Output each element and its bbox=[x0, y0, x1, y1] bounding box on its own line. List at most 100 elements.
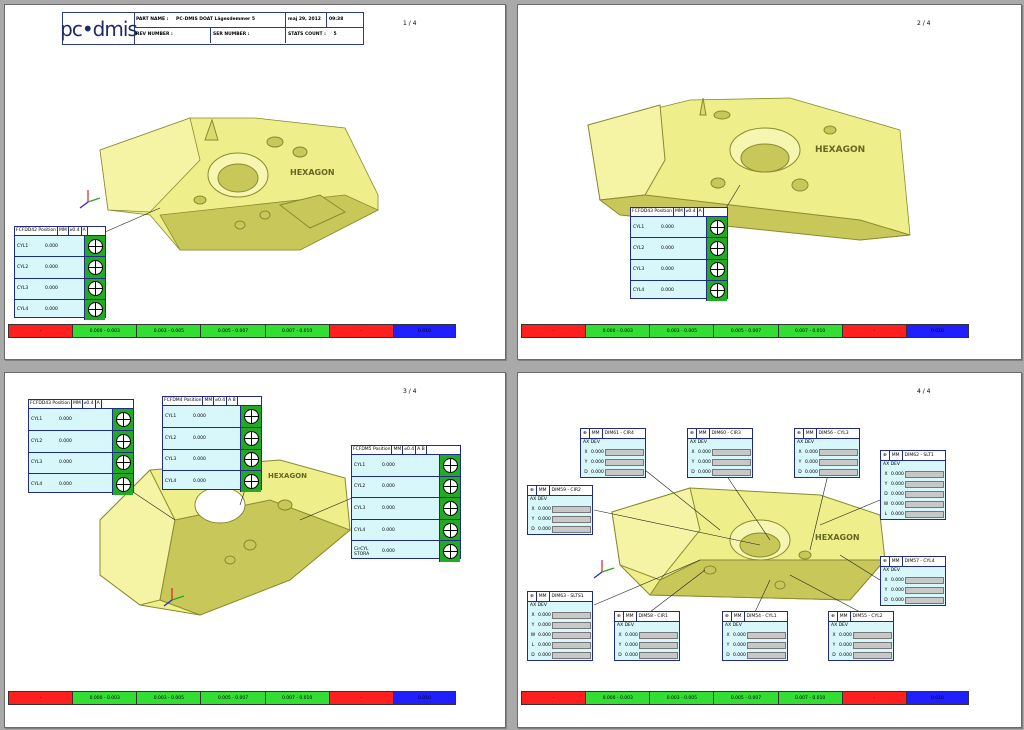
dim-subheader: AX DEV bbox=[583, 440, 600, 445]
dimension-box[interactable]: ⊕ MM DIM61 - CIR4 AX DEV X 0.000 Y 0.000 D 0.000 bbox=[580, 428, 646, 478]
fcf-row[interactable]: CYL1 0.000 bbox=[29, 409, 133, 431]
position-symbol-icon bbox=[84, 278, 105, 299]
dim-row[interactable]: Y 0.000 bbox=[688, 457, 752, 467]
dim-row[interactable]: D 0.000 bbox=[795, 467, 859, 477]
fcf-row[interactable]: CYL1 0.000 bbox=[631, 217, 727, 239]
crosshair-icon bbox=[709, 240, 725, 256]
tolerance-legend: -0.000 - 0.003 0.003 - 0.005 0.005 - 0.007… bbox=[8, 324, 456, 338]
dim-row[interactable]: L 0.000 bbox=[528, 640, 592, 650]
feature-name: CirCYL STORA bbox=[354, 546, 370, 557]
dimension-box[interactable]: ⊕ MM DIM62 - SLT1 AX DEV X 0.000 Y 0.000 D 0.000 W… bbox=[880, 450, 946, 520]
datum-label: A bbox=[698, 208, 704, 216]
dim-row[interactable]: W 0.000 bbox=[881, 499, 945, 509]
dimension-box[interactable]: ⊕ MM DIM54 - CYL1 AX DEV X 0.000 Y 0.000 D 0.000 bbox=[722, 611, 788, 661]
legend-segment: 0.010 bbox=[906, 325, 969, 337]
dim-row[interactable]: X 0.000 bbox=[829, 630, 893, 640]
fcf-row[interactable]: CYL3 0.000 bbox=[163, 449, 261, 472]
dim-row[interactable]: Y 0.000 bbox=[795, 457, 859, 467]
dim-row[interactable]: D 0.000 bbox=[528, 524, 592, 534]
dim-row[interactable]: Y 0.000 bbox=[723, 640, 787, 650]
dim-row[interactable]: D 0.000 bbox=[615, 650, 679, 660]
fcf-row[interactable]: CYL4 0.000 bbox=[352, 519, 460, 542]
fcf-row[interactable]: CYL4 0.000 bbox=[29, 474, 133, 495]
dim-row[interactable]: X 0.000 bbox=[528, 504, 592, 514]
axis-value: 0.000 bbox=[839, 652, 852, 658]
fcf-row[interactable]: CYL2 0.000 bbox=[15, 257, 105, 279]
fcf-row[interactable]: CirCYL STORA 0.000 bbox=[352, 541, 460, 562]
dim-header: ⊕ MM DIM57 - CYL4 bbox=[881, 557, 945, 567]
fcf-row[interactable]: CYL2 0.000 bbox=[163, 427, 261, 450]
dim-row[interactable]: L 0.000 bbox=[881, 509, 945, 519]
deviation-value: 0.000 bbox=[193, 435, 206, 441]
dim-row[interactable]: W 0.000 bbox=[528, 630, 592, 640]
dim-row[interactable]: X 0.000 bbox=[723, 630, 787, 640]
dim-row[interactable]: Y 0.000 bbox=[528, 514, 592, 524]
fcf-row[interactable]: CYL3 0.000 bbox=[29, 452, 133, 475]
position-symbol-icon bbox=[84, 236, 105, 257]
part-model-page1: HEXAGON bbox=[99, 117, 379, 251]
deviation-value: 0.000 bbox=[382, 462, 395, 468]
fcf-row[interactable]: CYL3 0.000 bbox=[352, 498, 460, 520]
fcf-row[interactable]: CYL4 0.000 bbox=[15, 299, 105, 320]
dim-row[interactable]: D 0.000 bbox=[723, 650, 787, 660]
dim-row[interactable]: Y 0.000 bbox=[829, 640, 893, 650]
fcf-row[interactable]: CYL1 0.000 bbox=[352, 455, 460, 477]
fcf-row[interactable]: CYL2 0.000 bbox=[631, 238, 727, 260]
dimension-box[interactable]: ⊕ MM DIM63 - SLTS1 AX DEV X 0.000 Y 0.000 W 0.000… bbox=[527, 591, 593, 661]
dim-row[interactable]: D 0.000 bbox=[688, 467, 752, 477]
unit-label: MM bbox=[537, 592, 550, 601]
axis-value: 0.000 bbox=[538, 652, 551, 658]
dim-row[interactable]: X 0.000 bbox=[581, 447, 645, 457]
dimension-icon: ⊕ bbox=[528, 592, 537, 601]
dim-row[interactable]: X 0.000 bbox=[528, 610, 592, 620]
deviation-value: 0.000 bbox=[59, 482, 72, 488]
axis-value: 0.000 bbox=[538, 622, 551, 628]
fcf-row[interactable]: CYL3 0.000 bbox=[631, 259, 727, 281]
dim-row[interactable]: D 0.000 bbox=[881, 489, 945, 499]
feature-name: CYL2 bbox=[354, 484, 366, 490]
dim-row[interactable]: Y 0.000 bbox=[615, 640, 679, 650]
dim-row[interactable]: X 0.000 bbox=[881, 575, 945, 585]
fcf-header: FCFDD43 Position MM ⌀0.4 A bbox=[631, 208, 727, 217]
ser-number-label: SER NUMBER : bbox=[211, 28, 286, 43]
dim-row[interactable]: Y 0.000 bbox=[881, 479, 945, 489]
dimension-box[interactable]: ⊕ MM DIM56 - CYL3 AX DEV X 0.000 Y 0.000 D 0.000 bbox=[794, 428, 860, 478]
fcf-row[interactable]: CYL2 0.000 bbox=[352, 476, 460, 499]
feature-name: CYL3 bbox=[633, 267, 645, 273]
fcf-row[interactable]: CYL4 0.000 bbox=[163, 471, 261, 492]
deviation-bar bbox=[605, 468, 644, 476]
dim-row[interactable]: Y 0.000 bbox=[581, 457, 645, 467]
legend-segment: - bbox=[329, 692, 394, 704]
dim-row[interactable]: D 0.000 bbox=[528, 650, 592, 660]
dimension-box[interactable]: ⊕ MM DIM55 - CYL2 AX DEV X 0.000 Y 0.000 D 0.000 bbox=[828, 611, 894, 661]
dim-row[interactable]: X 0.000 bbox=[795, 447, 859, 457]
dim-row[interactable]: X 0.000 bbox=[615, 630, 679, 640]
part-name-label: PART NAME : bbox=[136, 17, 169, 22]
fcf-row[interactable]: CYL1 0.000 bbox=[15, 236, 105, 258]
fcf-position-box[interactable]: FCFDM5 Position MM ⌀0.4 A B CYL1 0.000 CYL2 0.0… bbox=[351, 445, 461, 562]
dim-row[interactable]: D 0.000 bbox=[829, 650, 893, 660]
fcf-position-box[interactable]: FCFDD43 Position MM ⌀0.4 A CYL1 0.000 CYL2 0.00… bbox=[630, 207, 728, 301]
fcf-position-box[interactable]: FCFDD42 Position MM ⌀0.4 A CYL1 0.000 CYL2 0.00… bbox=[14, 226, 106, 320]
fcf-row[interactable]: CYL4 0.000 bbox=[631, 280, 727, 301]
dim-row[interactable]: D 0.000 bbox=[881, 595, 945, 605]
stats-count-value: 5 bbox=[333, 32, 337, 37]
fcf-row[interactable]: CYL1 0.000 bbox=[163, 406, 261, 428]
fcf-row[interactable]: CYL3 0.000 bbox=[15, 278, 105, 300]
dimension-box[interactable]: ⊕ MM DIM58 - CIR1 AX DEV X 0.000 Y 0.000 D 0.000 bbox=[614, 611, 680, 661]
legend-segment: - bbox=[842, 692, 907, 704]
dimension-box[interactable]: ⊕ MM DIM60 - CIR3 AX DEV X 0.000 Y 0.000 D 0.000 bbox=[687, 428, 753, 478]
dim-row[interactable]: D 0.000 bbox=[581, 467, 645, 477]
fcf-position-box[interactable]: FCFDM4 Position MM ⌀0.4 A B CYL1 0.000 CYL2 0.0… bbox=[162, 396, 262, 492]
fcf-position-box[interactable]: FCFDD43 Position MM ⌀0.4 A CYL1 0.000 CYL2 0.00… bbox=[28, 399, 134, 495]
deviation-bar bbox=[905, 470, 944, 478]
dim-row[interactable]: Y 0.000 bbox=[881, 585, 945, 595]
dim-row[interactable]: Y 0.000 bbox=[528, 620, 592, 630]
dim-row[interactable]: X 0.000 bbox=[688, 447, 752, 457]
dimension-box[interactable]: ⊕ MM DIM57 - CYL4 AX DEV X 0.000 Y 0.000 D 0.000 bbox=[880, 556, 946, 606]
dimension-box[interactable]: ⊕ MM DIM59 - CIR2 AX DEV X 0.000 Y 0.000 D 0.000 bbox=[527, 485, 593, 535]
fcf-row[interactable]: CYL2 0.000 bbox=[29, 430, 133, 453]
dim-row[interactable]: X 0.000 bbox=[881, 469, 945, 479]
crosshair-icon bbox=[243, 408, 259, 424]
legend-segment: - bbox=[522, 325, 587, 337]
